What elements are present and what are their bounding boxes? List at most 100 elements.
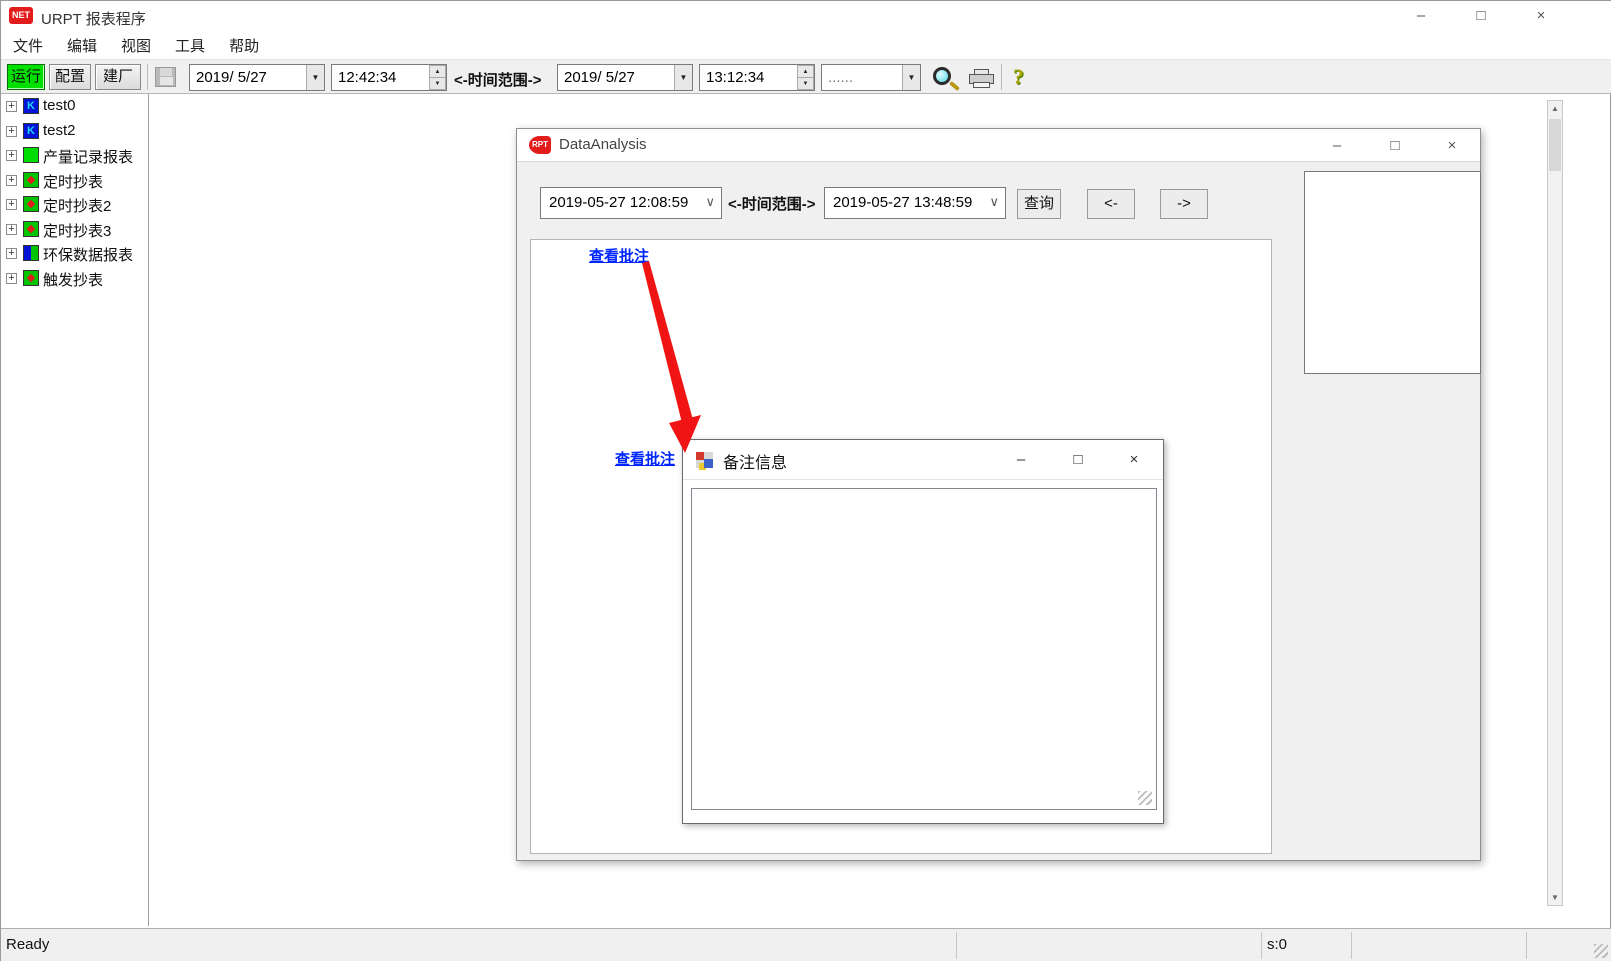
- sidebar-item-6[interactable]: + 环保数据报表: [1, 241, 148, 266]
- sidebar-item-4[interactable]: + 定时抄表2: [1, 192, 148, 217]
- chevron-down-icon[interactable]: ▼: [306, 65, 324, 90]
- tree-item-label: test0: [43, 97, 76, 114]
- end-date-value: 2019/ 5/27: [564, 69, 635, 86]
- maximize-button[interactable]: □: [1375, 129, 1415, 162]
- app-title: URPT 报表程序: [41, 8, 146, 29]
- notes-table: [691, 488, 1157, 810]
- sidebar-item-2[interactable]: + 产量记录报表: [1, 143, 148, 168]
- help-icon[interactable]: ?: [1013, 64, 1024, 90]
- start-time-value: 12:42:34: [338, 69, 396, 86]
- dataanalysis-titlebar: RPT DataAnalysis – □ ×: [517, 129, 1480, 162]
- dataanalysis-dialog: RPT DataAnalysis – □ × 2019-05-27 12:08:…: [516, 128, 1481, 861]
- tree-item-label: test2: [43, 122, 76, 139]
- expand-plus-icon[interactable]: +: [6, 101, 17, 112]
- next-button[interactable]: ->: [1160, 189, 1208, 219]
- minimize-button[interactable]: –: [1001, 440, 1041, 480]
- maximize-button[interactable]: □: [1459, 1, 1503, 30]
- tree-item-label: 产量记录报表: [43, 146, 133, 167]
- time-spin-buttons[interactable]: ▲▼: [797, 65, 814, 90]
- close-button[interactable]: ×: [1432, 129, 1472, 162]
- tree-item-label: 触发抄表: [43, 269, 103, 290]
- menu-item-3[interactable]: 工具: [163, 30, 217, 61]
- titlebar: NET URPT 报表程序 – □ ×: [1, 1, 1611, 30]
- report-timer-icon: [23, 270, 39, 286]
- dataanalysis-title: DataAnalysis: [559, 136, 647, 153]
- tree-item-label: 定时抄表2: [43, 195, 111, 216]
- report-tree: +Ktest0+Ktest2+产量记录报表+定时抄表+定时抄表2+定时抄表3+环…: [1, 94, 149, 926]
- expand-plus-icon[interactable]: +: [6, 248, 17, 259]
- series-checkbox-list: [1304, 171, 1481, 374]
- report-blue-icon: K: [23, 98, 39, 114]
- scrollbar-thumb[interactable]: [1549, 119, 1561, 171]
- sidebar-item-3[interactable]: +定时抄表: [1, 168, 148, 193]
- notes-dialog: 备注信息 – □ ×: [682, 439, 1164, 824]
- report-green-icon: [23, 147, 39, 163]
- report-blue-icon: K: [23, 123, 39, 139]
- analysis-start-picker[interactable]: 2019-05-27 12:08:59 ∨: [540, 187, 722, 219]
- start-time-spinner[interactable]: 12:42:34 ▲▼: [331, 64, 447, 91]
- time-range-label: <-时间范围->: [454, 69, 542, 90]
- minimize-button[interactable]: –: [1317, 129, 1357, 162]
- expand-plus-icon[interactable]: +: [6, 175, 17, 186]
- report-timer-icon: [23, 221, 39, 237]
- query-button[interactable]: 查询: [1017, 189, 1061, 219]
- config-button[interactable]: 配置: [49, 64, 91, 90]
- run-button[interactable]: 运行: [7, 64, 45, 90]
- chevron-down-icon[interactable]: ∨: [705, 194, 715, 210]
- filter-combo-value: ......: [828, 69, 853, 86]
- maximize-button[interactable]: □: [1058, 440, 1098, 480]
- status-ready: Ready: [6, 936, 49, 953]
- analysis-end-picker[interactable]: 2019-05-27 13:48:59 ∨: [824, 187, 1006, 219]
- main-window: NET URPT 报表程序 – □ × 文件编辑视图工具帮助 运行 配置 建厂 …: [0, 0, 1611, 961]
- tree-item-label: 定时抄表3: [43, 220, 111, 241]
- start-date-picker[interactable]: 2019/ 5/27 ▼: [189, 64, 325, 91]
- expand-plus-icon[interactable]: +: [6, 224, 17, 235]
- menu-item-4[interactable]: 帮助: [217, 30, 271, 61]
- minimize-button[interactable]: –: [1399, 1, 1443, 30]
- resize-grip[interactable]: [1594, 944, 1608, 958]
- time-spin-buttons[interactable]: ▲▼: [429, 65, 446, 90]
- analysis-start-value: 2019-05-27 12:08:59: [549, 194, 688, 211]
- vertical-scrollbar[interactable]: ▲ ▼: [1547, 100, 1563, 906]
- scroll-down-icon[interactable]: ▼: [1548, 890, 1562, 905]
- sidebar-item-5[interactable]: + 定时抄表3: [1, 217, 148, 242]
- scroll-up-icon[interactable]: ▲: [1548, 101, 1562, 116]
- sidebar-item-1[interactable]: + Ktest2: [1, 119, 148, 144]
- sidebar-item-0[interactable]: + Ktest0: [1, 94, 148, 119]
- chevron-down-icon[interactable]: ∨: [989, 194, 999, 210]
- prev-button[interactable]: <-: [1087, 189, 1135, 219]
- menu-item-1[interactable]: 编辑: [55, 30, 109, 61]
- status-session: s:0: [1267, 936, 1287, 953]
- chevron-down-icon[interactable]: ▼: [902, 65, 920, 90]
- app-logo-icon: NET: [9, 7, 33, 24]
- report-env-icon: [23, 245, 39, 261]
- resize-grip[interactable]: [1138, 791, 1152, 805]
- expand-plus-icon[interactable]: +: [6, 199, 17, 210]
- menu-item-0[interactable]: 文件: [1, 30, 55, 61]
- filter-combo[interactable]: ...... ▼: [821, 64, 921, 91]
- toolbar: 运行 配置 建厂 2019/ 5/27 ▼ 12:42:34 ▲▼ <-时间范围…: [1, 59, 1611, 94]
- analysis-range-label: <-时间范围->: [728, 193, 816, 214]
- toolbar-separator: [147, 64, 148, 90]
- close-button[interactable]: ×: [1519, 1, 1563, 30]
- menubar: 文件编辑视图工具帮助: [1, 30, 1611, 59]
- toolbar-separator: [1001, 64, 1002, 90]
- build-button[interactable]: 建厂: [95, 64, 141, 90]
- rpt-logo-icon: RPT: [529, 136, 551, 154]
- tree-item-label: 环保数据报表: [43, 244, 133, 265]
- sidebar-item-7[interactable]: + 触发抄表: [1, 266, 148, 291]
- menu-item-2[interactable]: 视图: [109, 30, 163, 61]
- statusbar: Ready s:0: [1, 928, 1611, 961]
- expand-plus-icon[interactable]: +: [6, 126, 17, 137]
- end-time-spinner[interactable]: 13:12:34 ▲▼: [699, 64, 815, 91]
- report-timer-icon: [23, 196, 39, 212]
- print-icon[interactable]: [969, 69, 995, 89]
- analysis-end-value: 2019-05-27 13:48:59: [833, 194, 972, 211]
- close-button[interactable]: ×: [1114, 440, 1154, 480]
- search-icon[interactable]: [931, 66, 961, 96]
- expand-plus-icon[interactable]: +: [6, 150, 17, 161]
- save-icon[interactable]: [155, 67, 176, 87]
- chevron-down-icon[interactable]: ▼: [674, 65, 692, 90]
- end-date-picker[interactable]: 2019/ 5/27 ▼: [557, 64, 693, 91]
- expand-plus-icon[interactable]: +: [6, 273, 17, 284]
